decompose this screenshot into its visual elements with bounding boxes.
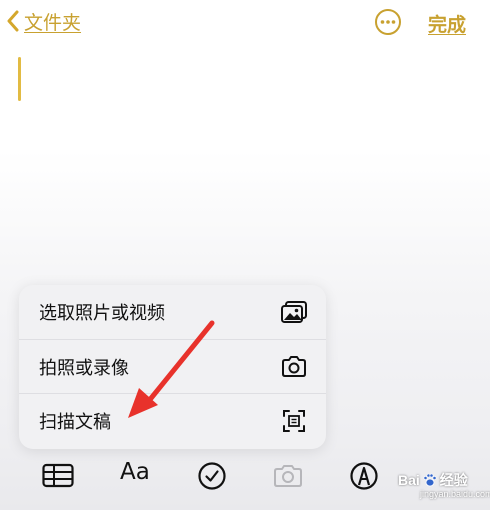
paw-logo-icon	[423, 473, 437, 487]
menu-item-label: 扫描文稿	[39, 412, 111, 433]
ellipsis-circle-icon[interactable]	[374, 8, 402, 36]
camera-icon	[274, 465, 302, 487]
photo-library-icon	[281, 301, 307, 323]
menu-item-label: 选取照片或视频	[39, 303, 165, 324]
attachment-menu: 选取照片或视频 拍照或录像 扫描文稿	[19, 285, 326, 449]
text-format-button[interactable]: Aa	[120, 459, 150, 485]
text-cursor	[18, 57, 21, 101]
camera-icon	[282, 356, 306, 377]
menu-item-scan-documents[interactable]: 扫描文稿	[19, 393, 326, 448]
checklist-icon[interactable]	[197, 461, 227, 491]
menu-item-take-photo-video[interactable]: 拍照或录像	[19, 339, 326, 394]
watermark-url: jingyan.baidu.com	[420, 489, 490, 499]
table-icon[interactable]	[42, 463, 74, 489]
chevron-left-icon	[7, 10, 19, 32]
navigation-bar: 文件夹 完成	[0, 0, 490, 48]
back-button[interactable]: 文件夹	[6, 6, 81, 36]
markup-pen-icon[interactable]	[349, 461, 379, 491]
menu-item-label: 拍照或录像	[39, 358, 129, 379]
back-label: 文件夹	[24, 11, 82, 34]
document-scan-icon	[283, 410, 305, 432]
watermark-text2: 经验	[439, 472, 468, 488]
done-button[interactable]: 完成	[428, 10, 466, 37]
watermark-text: Bai	[398, 472, 420, 488]
menu-item-choose-photo-video[interactable]: 选取照片或视频	[19, 285, 326, 339]
